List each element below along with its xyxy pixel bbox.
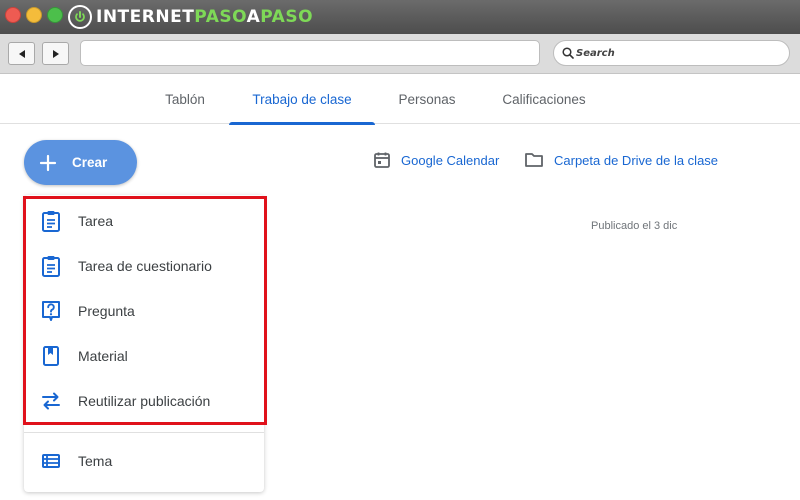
close-window-button[interactable] xyxy=(5,7,21,23)
arrow-right-icon xyxy=(52,49,59,58)
logo-power-icon xyxy=(68,5,92,29)
google-calendar-link[interactable]: Google Calendar xyxy=(373,149,499,171)
tab-tablon[interactable]: Tablón xyxy=(150,74,220,124)
menu-item-label: Tema xyxy=(78,453,113,469)
tab-calificaciones[interactable]: Calificaciones xyxy=(488,74,600,124)
address-bar[interactable] xyxy=(80,40,540,66)
logo-word-paso-2: PASO xyxy=(260,7,314,27)
logo-word-a: A xyxy=(246,7,261,27)
drive-folder-label: Carpeta de Drive de la clase xyxy=(554,152,719,168)
back-button[interactable] xyxy=(8,42,35,65)
minimize-window-button[interactable] xyxy=(26,7,42,23)
browser-titlebar: INTERNETPASOAPASO xyxy=(0,0,800,34)
maximize-window-button[interactable] xyxy=(47,7,63,23)
folder-icon xyxy=(525,153,543,167)
arrow-left-icon xyxy=(18,49,25,58)
drive-folder-link[interactable]: Carpeta de Drive de la clase xyxy=(524,149,718,171)
search-placeholder: Search xyxy=(576,47,615,59)
logo-text: INTERNETPASOAPASO xyxy=(96,7,313,27)
published-date: Publicado el 3 dic xyxy=(591,220,678,232)
menu-item-tema[interactable]: Tema xyxy=(24,439,264,483)
menu-divider xyxy=(24,432,264,433)
classroom-tabbar: Tablón Trabajo de clase Personas Calific… xyxy=(0,74,800,125)
highlight-box xyxy=(23,196,267,425)
logo-word-internet: INTERNET xyxy=(96,7,195,27)
create-button[interactable]: Crear xyxy=(24,140,137,185)
tab-trabajo-de-clase[interactable]: Trabajo de clase xyxy=(229,74,375,125)
topic-list-icon xyxy=(40,450,62,472)
search-icon xyxy=(562,47,574,59)
calendar-icon xyxy=(374,152,390,168)
forward-button[interactable] xyxy=(42,42,69,65)
logo-word-paso: PASO xyxy=(194,7,247,27)
site-logo: INTERNETPASOAPASO xyxy=(68,4,313,30)
create-button-label: Crear xyxy=(72,155,108,170)
tab-personas[interactable]: Personas xyxy=(386,74,468,124)
browser-search-input[interactable]: Search xyxy=(553,40,790,66)
browser-toolbar: Search xyxy=(0,34,800,74)
google-calendar-label: Google Calendar xyxy=(401,152,500,168)
plus-icon xyxy=(39,154,57,171)
